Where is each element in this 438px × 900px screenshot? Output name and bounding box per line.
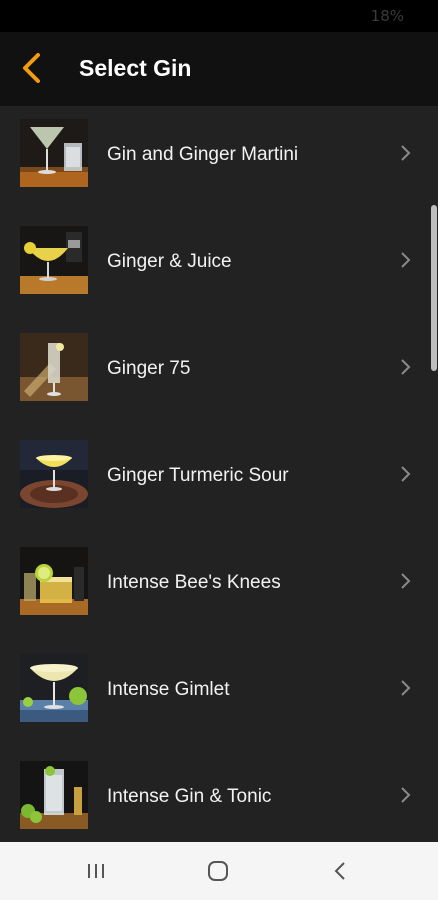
chevron-right-icon bbox=[401, 680, 411, 696]
chevron-right-icon bbox=[401, 252, 411, 268]
cocktail-thumbnail bbox=[20, 547, 88, 615]
chevron-right-icon bbox=[401, 466, 411, 482]
chevron-right-icon bbox=[401, 359, 411, 375]
nav-back-button[interactable] bbox=[320, 856, 360, 886]
list-item[interactable]: Intense Gimlet bbox=[0, 654, 438, 761]
cocktail-thumbnail bbox=[20, 226, 88, 294]
battery-status-text: 18% bbox=[370, 7, 404, 25]
chevron-right-icon bbox=[401, 787, 411, 803]
back-button[interactable] bbox=[14, 50, 50, 86]
list-item-label: Intense Gin & Tonic bbox=[107, 786, 272, 807]
list-item-label: Ginger 75 bbox=[107, 358, 191, 379]
chevron-right-icon bbox=[401, 573, 411, 589]
page-title: Select Gin bbox=[79, 55, 192, 81]
list-item[interactable]: Intense Bee's Knees bbox=[0, 547, 438, 654]
list-item[interactable]: Gin and Ginger Martini bbox=[0, 119, 438, 226]
list-item-label: Ginger & Juice bbox=[107, 251, 232, 272]
status-bar: 18% bbox=[0, 0, 438, 32]
cocktail-list[interactable]: Gin and Ginger Martini Ginger & Juice Gi… bbox=[0, 106, 438, 842]
recents-button[interactable] bbox=[76, 856, 116, 886]
app-bar: Select Gin bbox=[0, 32, 438, 106]
list-item[interactable]: Ginger & Juice bbox=[0, 226, 438, 333]
list-item-label: Intense Bee's Knees bbox=[107, 572, 281, 593]
list-item-label: Intense Gimlet bbox=[107, 679, 230, 700]
chevron-left-icon bbox=[23, 53, 40, 83]
scrollbar-thumb[interactable] bbox=[431, 205, 437, 371]
back-icon bbox=[334, 862, 345, 880]
list-item[interactable]: Ginger Turmeric Sour bbox=[0, 440, 438, 547]
list-item-label: Ginger Turmeric Sour bbox=[107, 465, 289, 486]
cocktail-thumbnail bbox=[20, 440, 88, 508]
cocktail-thumbnail bbox=[20, 654, 88, 722]
home-button[interactable] bbox=[198, 856, 238, 886]
cocktail-thumbnail bbox=[20, 761, 88, 829]
list-item-label: Gin and Ginger Martini bbox=[107, 144, 299, 165]
list-item[interactable]: Intense Gin & Tonic bbox=[0, 761, 438, 842]
home-icon bbox=[208, 861, 228, 881]
cocktail-thumbnail bbox=[20, 119, 88, 187]
cocktail-thumbnail bbox=[20, 333, 88, 401]
list-item[interactable]: Ginger 75 bbox=[0, 333, 438, 440]
recents-icon bbox=[88, 864, 104, 878]
chevron-right-icon bbox=[401, 145, 411, 161]
system-nav-bar bbox=[0, 842, 438, 900]
